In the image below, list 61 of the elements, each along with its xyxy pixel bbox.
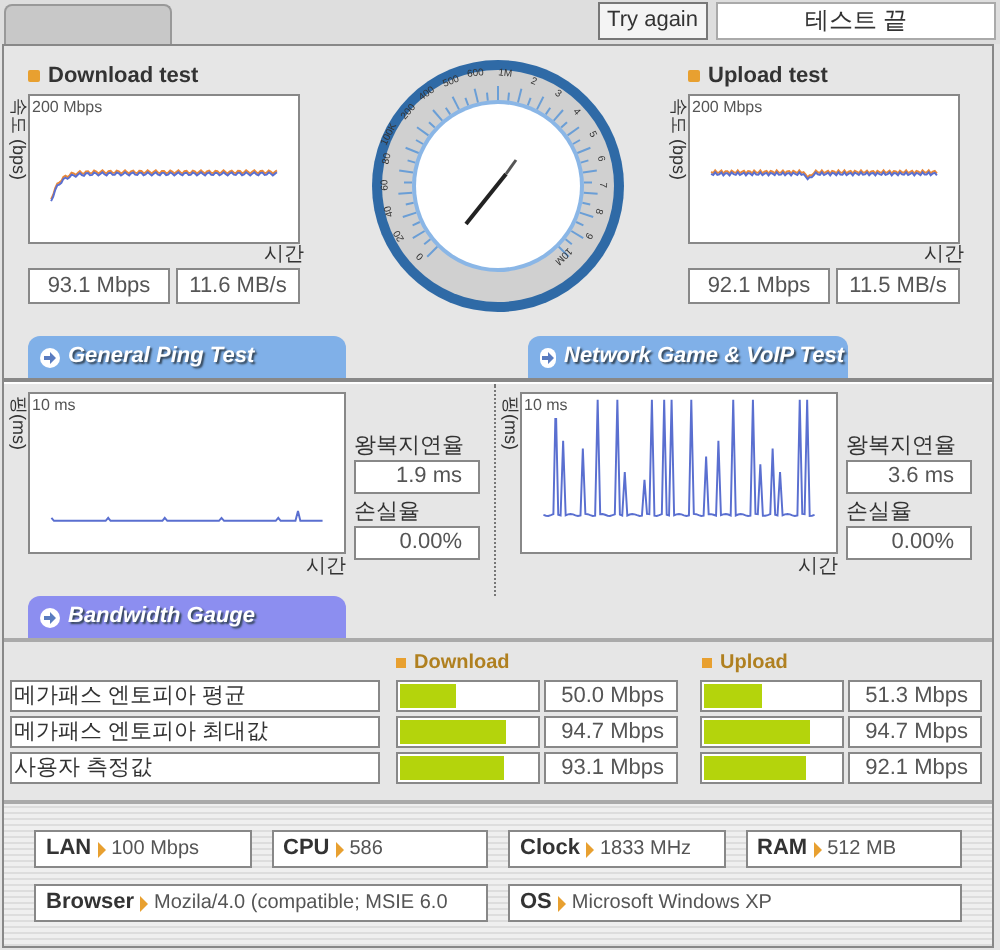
- reading-field: 11.6 MB/s: [176, 268, 300, 304]
- reading-field: 93.1 Mbps: [544, 751, 678, 783]
- reading-field: 50.0 Mbps: [544, 679, 678, 711]
- arrow-icon: [140, 895, 149, 911]
- bullet-icon: [28, 70, 40, 82]
- info-field: LAN 100 Mbps: [34, 830, 251, 868]
- axis-label: 10 ms: [524, 394, 570, 418]
- bullet-icon: [702, 658, 712, 668]
- status-field: 테스트 끝: [716, 2, 996, 40]
- reading-field: 94.7 Mbps: [544, 715, 678, 747]
- axis-label: 시간: [922, 244, 966, 268]
- arrow-icon: [97, 841, 106, 857]
- reading-field: 3.6 ms: [846, 460, 972, 494]
- info-field: CPU 586: [271, 830, 488, 868]
- axis-label: 속도 (bps): [667, 98, 691, 181]
- info-field: RAM 512 MB: [745, 830, 962, 868]
- axis-label: 시간: [262, 244, 306, 268]
- arrow-icon: [335, 841, 344, 857]
- reading-field: 93.1 Mbps: [28, 268, 170, 304]
- row-label: 메가패스 엔토피아 평균: [10, 679, 380, 711]
- info-field: Browser Mozila/4.0 (compatible; MSIE 6.0: [34, 884, 488, 922]
- reading-field: 0.00%: [846, 526, 972, 560]
- bullet-icon: [396, 658, 406, 668]
- arrow-icon: [585, 841, 594, 857]
- reading-field: 94.7 Mbps: [848, 715, 982, 747]
- axis-label: 시간: [796, 554, 838, 582]
- axis-label: 핑(ms): [499, 396, 523, 450]
- reading-field: 0.00%: [354, 526, 480, 560]
- reading-field: 11.5 MB/s: [836, 268, 960, 304]
- reading-field: 92.1 Mbps: [688, 268, 830, 304]
- tab[interactable]: [4, 4, 172, 44]
- arrow-icon: [540, 347, 556, 367]
- axis-label: 핑(ms): [7, 396, 31, 450]
- chart-title: Upload test: [708, 61, 828, 92]
- axis-label: 200 Mbps: [32, 96, 103, 120]
- chart-title: Download test: [48, 61, 199, 92]
- info-field: Clock 1833 MHz: [508, 830, 725, 868]
- column-header: Download: [414, 650, 510, 678]
- column-header: Upload: [720, 650, 788, 678]
- try-again-button[interactable]: Try again: [597, 2, 708, 40]
- metric-label: 왕복지연율: [354, 432, 466, 460]
- bandwidth-tab[interactable]: Bandwidth Gauge: [28, 596, 346, 638]
- axis-label: 200 Mbps: [692, 96, 763, 120]
- reading-field: 1.9 ms: [354, 460, 480, 494]
- row-label: 메가패스 엔토피아 최대값: [10, 715, 380, 747]
- row-label: 사용자 측정값: [10, 751, 380, 783]
- arrow-icon: [813, 841, 822, 857]
- reading-field: 51.3 Mbps: [848, 679, 982, 711]
- arrow-icon: [557, 895, 566, 911]
- arrow-icon: [40, 607, 60, 627]
- metric-label: 손실율: [846, 498, 914, 526]
- axis-label: 시간: [304, 554, 346, 582]
- section-tab[interactable]: Network Game & VoIP Test: [528, 336, 848, 378]
- arrow-icon: [40, 347, 60, 367]
- section-tab[interactable]: General Ping Test: [28, 336, 346, 378]
- reading-field: 92.1 Mbps: [848, 751, 982, 783]
- metric-label: 왕복지연율: [846, 432, 958, 460]
- info-field: OS Microsoft Windows XP: [508, 884, 962, 922]
- bullet-icon: [688, 70, 700, 82]
- metric-label: 손실율: [354, 498, 422, 526]
- axis-label: 속도 (bps): [7, 98, 31, 181]
